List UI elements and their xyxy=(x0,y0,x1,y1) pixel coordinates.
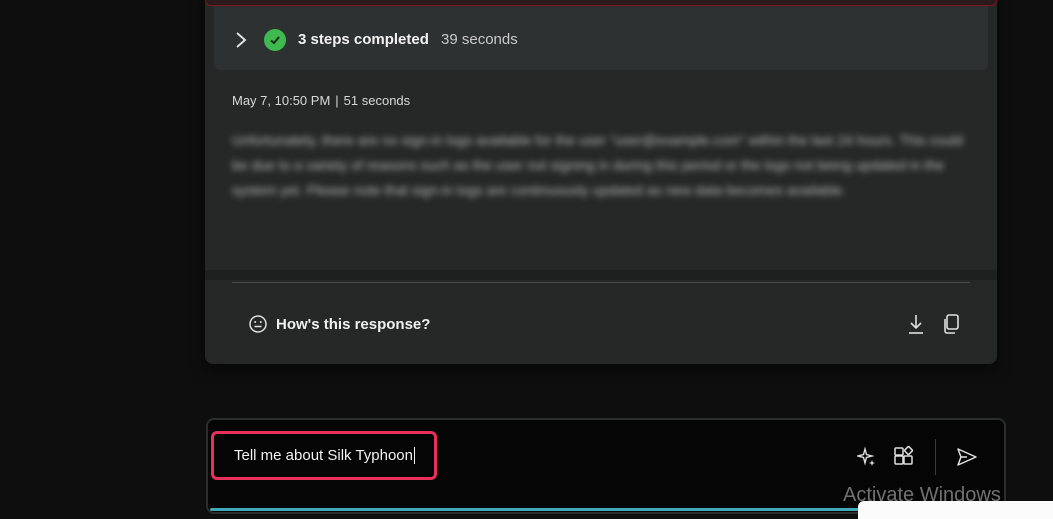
smiley-icon xyxy=(249,315,267,333)
prompt-input[interactable]: Tell me about Silk Typhoon xyxy=(211,431,437,480)
copilot-chat-view: 3 steps completed 39 seconds May 7, 10:5… xyxy=(0,0,1053,519)
sparkle-icon[interactable] xyxy=(857,446,877,468)
feedback-prompt: How's this response? xyxy=(276,315,431,333)
check-circle-icon xyxy=(264,29,286,51)
send-icon[interactable] xyxy=(955,446,979,468)
prompt-input-value: Tell me about Silk Typhoon xyxy=(234,447,415,464)
chevron-right-icon[interactable] xyxy=(234,30,248,50)
response-date: May 7, 10:50 PM xyxy=(232,93,331,108)
divider xyxy=(232,282,970,283)
meta-separator: | xyxy=(335,93,339,108)
response-elapsed: 51 seconds xyxy=(343,93,411,108)
overlay-window-edge xyxy=(858,501,1053,519)
steps-duration: 39 seconds xyxy=(441,31,518,48)
download-icon[interactable] xyxy=(906,313,926,335)
plugins-icon[interactable] xyxy=(893,446,915,468)
steps-label: 3 steps completed xyxy=(298,31,429,48)
copy-icon[interactable] xyxy=(943,313,961,335)
response-body-redacted: Unfortunately, there are no sign-in logs… xyxy=(232,132,964,198)
feedback-row[interactable]: How's this response? xyxy=(248,314,430,334)
response-meta: May 7, 10:50 PM | 51 seconds xyxy=(232,93,410,108)
composer-separator xyxy=(935,439,936,475)
card-band xyxy=(205,270,997,280)
